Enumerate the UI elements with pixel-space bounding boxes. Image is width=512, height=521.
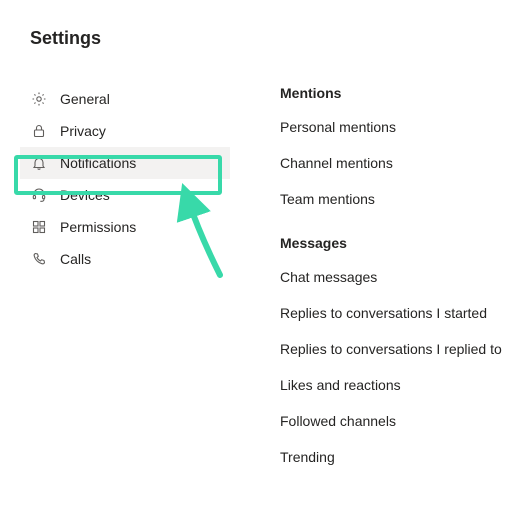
- settings-content: Mentions Personal mentions Channel menti…: [230, 83, 512, 485]
- setting-channel-mentions[interactable]: Channel mentions: [280, 155, 512, 171]
- sidebar-item-notifications[interactable]: Notifications: [20, 147, 230, 179]
- setting-personal-mentions[interactable]: Personal mentions: [280, 119, 512, 135]
- sidebar-item-label: Permissions: [60, 219, 136, 235]
- section-header-mentions: Mentions: [280, 85, 512, 101]
- setting-trending[interactable]: Trending: [280, 449, 512, 465]
- setting-team-mentions[interactable]: Team mentions: [280, 191, 512, 207]
- phone-icon: [30, 250, 48, 268]
- lock-icon: [30, 122, 48, 140]
- setting-chat-messages[interactable]: Chat messages: [280, 269, 512, 285]
- setting-likes-reactions[interactable]: Likes and reactions: [280, 377, 512, 393]
- sidebar-item-devices[interactable]: Devices: [20, 179, 230, 211]
- sidebar-item-label: General: [60, 91, 110, 107]
- sidebar-item-label: Notifications: [60, 155, 136, 171]
- sidebar-item-label: Calls: [60, 251, 91, 267]
- sidebar-item-label: Devices: [60, 187, 110, 203]
- section-header-messages: Messages: [280, 235, 512, 251]
- page-title: Settings: [0, 0, 512, 49]
- sidebar-item-permissions[interactable]: Permissions: [20, 211, 230, 243]
- sidebar-item-general[interactable]: General: [20, 83, 230, 115]
- sidebar-item-privacy[interactable]: Privacy: [20, 115, 230, 147]
- settings-layout: General Privacy Notifications: [0, 83, 512, 485]
- settings-sidebar: General Privacy Notifications: [0, 83, 230, 485]
- gear-icon: [30, 90, 48, 108]
- bell-icon: [30, 154, 48, 172]
- apps-icon: [30, 218, 48, 236]
- setting-replies-replied[interactable]: Replies to conversations I replied to: [280, 341, 512, 357]
- setting-replies-started[interactable]: Replies to conversations I started: [280, 305, 512, 321]
- setting-followed-channels[interactable]: Followed channels: [280, 413, 512, 429]
- headset-icon: [30, 186, 48, 204]
- sidebar-item-label: Privacy: [60, 123, 106, 139]
- sidebar-item-calls[interactable]: Calls: [20, 243, 230, 275]
